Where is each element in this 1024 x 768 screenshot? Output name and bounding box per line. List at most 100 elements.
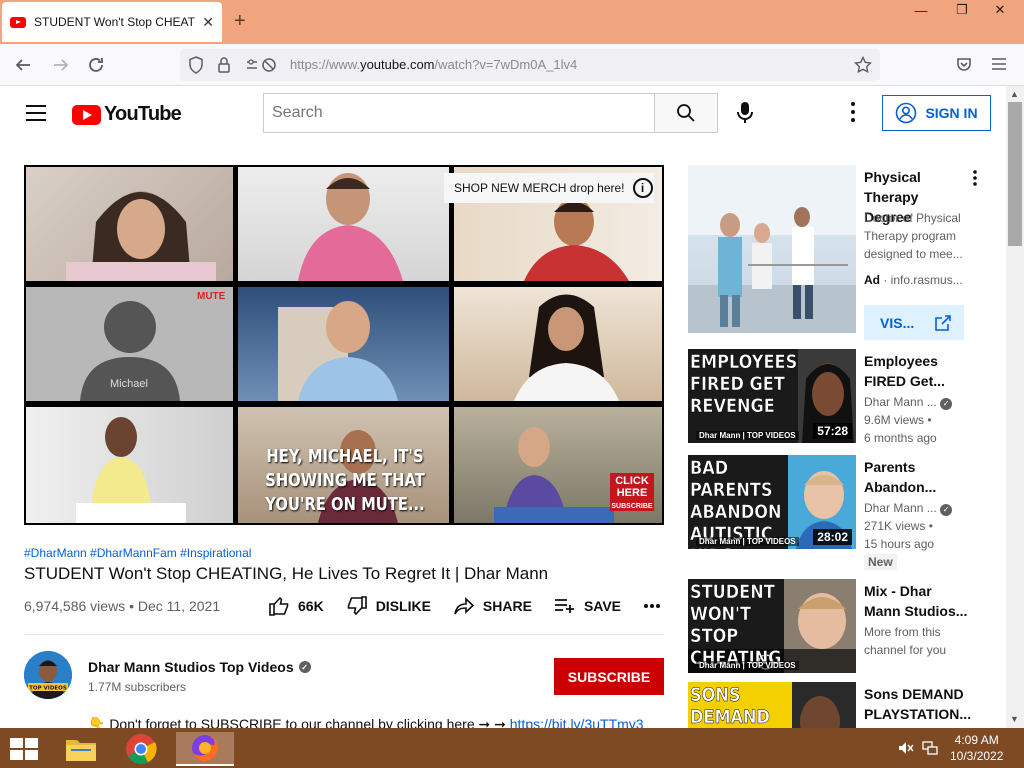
sidebar-video-item[interactable]: EMPLOYEES FIRED GET REVENGE Dhar Mann | … bbox=[688, 349, 988, 445]
video-views: 271K views • bbox=[864, 519, 933, 533]
video-player[interactable]: MUTE Michael HEY, MICHAEL, IT'S SHOWING … bbox=[24, 165, 664, 525]
channel-name[interactable]: Dhar Mann Studios Top Videos ✓ bbox=[88, 659, 311, 675]
window-restore-button[interactable]: ❐ bbox=[945, 0, 979, 20]
view-count-date: 6,974,586 views • Dec 11, 2021 bbox=[24, 598, 221, 614]
browser-tab-active[interactable]: STUDENT Won't Stop CHEATING ✕ bbox=[2, 2, 222, 42]
more-actions-icon[interactable] bbox=[643, 603, 661, 609]
volume-muted-icon[interactable] bbox=[898, 741, 914, 755]
tab-close-icon[interactable]: ✕ bbox=[202, 14, 214, 31]
chrome-icon[interactable] bbox=[118, 732, 164, 766]
menu-hamburger-icon[interactable] bbox=[26, 105, 46, 121]
window-minimize-button[interactable]: — bbox=[904, 0, 938, 20]
more-options-icon[interactable] bbox=[848, 101, 858, 123]
firefox-icon[interactable] bbox=[176, 732, 234, 766]
video-caption: HEY, MICHAEL, IT'S SHOWING ME THAT YOU'R… bbox=[265, 446, 425, 515]
video-title[interactable]: Parents Abandon... bbox=[864, 457, 968, 497]
sidebar-video-item[interactable]: SONS DEMAND PLAYSTATION 5 Sons DEMAND PL… bbox=[688, 682, 988, 728]
sign-in-button[interactable]: SIGN IN bbox=[882, 95, 991, 131]
channel-avatar[interactable]: TOP VIDEOS bbox=[24, 651, 72, 699]
url-text: https://www.youtube.com/watch?v=7wDm0A_1… bbox=[290, 57, 578, 72]
click-here-label: CLICK HERE bbox=[615, 475, 649, 499]
like-button[interactable]: 66K bbox=[268, 596, 324, 616]
video-grid-cell bbox=[26, 407, 233, 523]
browser-nav-bar: https://www.youtube.com/watch?v=7wDm0A_1… bbox=[0, 44, 1024, 86]
sidebar-mix-item[interactable]: STUDENT WON'T STOP CHEATING Dhar Mann | … bbox=[688, 579, 988, 675]
mix-description: More from this channel for you bbox=[864, 625, 947, 657]
forward-arrow-icon[interactable] bbox=[52, 56, 70, 74]
file-explorer-icon[interactable] bbox=[58, 732, 104, 766]
sidebar-video-item[interactable]: BAD PARENTS ABANDON AUTISTIC KIDS Dhar M… bbox=[688, 455, 988, 575]
search-box bbox=[263, 93, 655, 133]
participant-name-label: Michael bbox=[110, 378, 148, 390]
subscriber-count: 1.77M subscribers bbox=[88, 680, 187, 694]
windows-taskbar: 4:09 AM 10/3/2022 bbox=[0, 728, 1024, 768]
channel-name-text: Dhar Mann Studios Top Videos bbox=[88, 659, 294, 675]
new-tab-button[interactable]: + bbox=[234, 10, 246, 33]
thumbnail-text: SONS DEMAND PLAYSTATION 5 bbox=[690, 684, 812, 728]
share-arrow-icon bbox=[454, 597, 475, 615]
subscribe-button[interactable]: SUBSCRIBE bbox=[554, 658, 664, 695]
video-grid-cell bbox=[454, 287, 662, 401]
windows-start-icon[interactable] bbox=[10, 738, 38, 760]
scroll-up-arrow-icon[interactable]: ▲ bbox=[1010, 89, 1019, 99]
video-title[interactable]: Mix - Dhar Mann Studios... bbox=[864, 581, 968, 621]
video-thumbnail[interactable]: STUDENT WON'T STOP CHEATING Dhar Mann | … bbox=[688, 579, 856, 673]
microphone-icon[interactable] bbox=[735, 101, 755, 125]
lock-icon[interactable] bbox=[217, 56, 231, 74]
search-input[interactable] bbox=[272, 104, 655, 122]
merch-label: SHOP NEW MERCH drop here! bbox=[454, 181, 625, 195]
subscribe-tag-label: SUBSCRIBE bbox=[611, 503, 653, 510]
thumbnail-text: BAD PARENTS ABANDON AUTISTIC KIDS bbox=[690, 457, 782, 549]
scroll-down-arrow-icon[interactable]: ▼ bbox=[1010, 714, 1019, 724]
video-title: STUDENT Won't Stop CHEATING, He Lives To… bbox=[24, 564, 549, 583]
share-button[interactable]: SHARE bbox=[453, 597, 532, 615]
video-title[interactable]: Employees FIRED Get... bbox=[864, 351, 968, 391]
youtube-logo-text: YouTube bbox=[104, 103, 182, 125]
window-close-button[interactable]: ✕ bbox=[983, 0, 1017, 20]
video-grid-cell bbox=[26, 167, 233, 281]
ad-thumbnail[interactable] bbox=[688, 165, 856, 333]
video-hashtags[interactable]: #DharMann #DharMannFam #Inspirational bbox=[24, 546, 251, 560]
thumbnail-text: EMPLOYEES FIRED GET REVENGE bbox=[690, 351, 798, 418]
video-thumbnail[interactable]: BAD PARENTS ABANDON AUTISTIC KIDS Dhar M… bbox=[688, 455, 856, 549]
video-thumbnail[interactable]: SONS DEMAND PLAYSTATION 5 bbox=[688, 682, 856, 728]
thumbnail-brand: Dhar Mann | TOP VIDEOS bbox=[696, 431, 799, 440]
reload-icon[interactable] bbox=[87, 56, 105, 74]
app-menu-icon[interactable] bbox=[991, 57, 1007, 71]
page-scrollbar[interactable]: ▲ ▼ bbox=[1006, 86, 1024, 728]
back-arrow-icon[interactable] bbox=[14, 56, 32, 74]
youtube-logo[interactable]: YouTube bbox=[72, 103, 182, 126]
network-icon[interactable] bbox=[922, 740, 938, 756]
video-grid-cell bbox=[238, 167, 449, 281]
info-icon[interactable]: i bbox=[632, 178, 653, 198]
clock-date: 10/3/2022 bbox=[950, 749, 1004, 763]
sign-in-label: SIGN IN bbox=[925, 105, 978, 121]
video-duration: 28:02 bbox=[813, 529, 852, 545]
dislike-button[interactable]: DISLIKE bbox=[346, 596, 431, 616]
video-age: 15 hours ago bbox=[864, 537, 935, 551]
address-bar[interactable]: https://www.youtube.com/watch?v=7wDm0A_1… bbox=[180, 49, 880, 81]
verified-check-icon: ✓ bbox=[940, 398, 953, 410]
permissions-icon[interactable] bbox=[244, 56, 278, 74]
search-button[interactable] bbox=[654, 93, 718, 133]
bookmark-star-icon[interactable] bbox=[854, 56, 872, 74]
video-thumbnail[interactable]: EMPLOYEES FIRED GET REVENGE Dhar Mann | … bbox=[688, 349, 856, 443]
video-grid-cell bbox=[238, 287, 449, 401]
ad-visit-button[interactable]: VIS... bbox=[864, 305, 964, 340]
save-button[interactable]: SAVE bbox=[554, 598, 621, 614]
thumbnail-brand: Dhar Mann | TOP VIDEOS bbox=[696, 537, 799, 546]
like-count: 66K bbox=[298, 598, 324, 614]
ad-more-icon[interactable] bbox=[972, 169, 978, 187]
thumbnail-brand: Dhar Mann | TOP VIDEOS bbox=[696, 661, 799, 670]
video-age: 6 months ago bbox=[864, 431, 937, 445]
system-clock[interactable]: 4:09 AM 10/3/2022 bbox=[950, 732, 1003, 764]
youtube-play-logo-icon bbox=[72, 104, 101, 125]
merch-banner[interactable]: SHOP NEW MERCH drop here! i bbox=[444, 173, 654, 203]
video-title[interactable]: Sons DEMAND PLAYSTATION... bbox=[864, 684, 971, 724]
tab-title: STUDENT Won't Stop CHEATING bbox=[34, 15, 196, 29]
scrollbar-thumb[interactable] bbox=[1008, 102, 1022, 246]
shield-icon[interactable] bbox=[188, 56, 204, 74]
pocket-icon[interactable] bbox=[955, 56, 973, 74]
click-here-subscribe-overlay[interactable]: CLICK HERE SUBSCRIBE bbox=[610, 473, 654, 511]
video-actions: 66K DISLIKE SHARE SAVE bbox=[268, 596, 661, 616]
